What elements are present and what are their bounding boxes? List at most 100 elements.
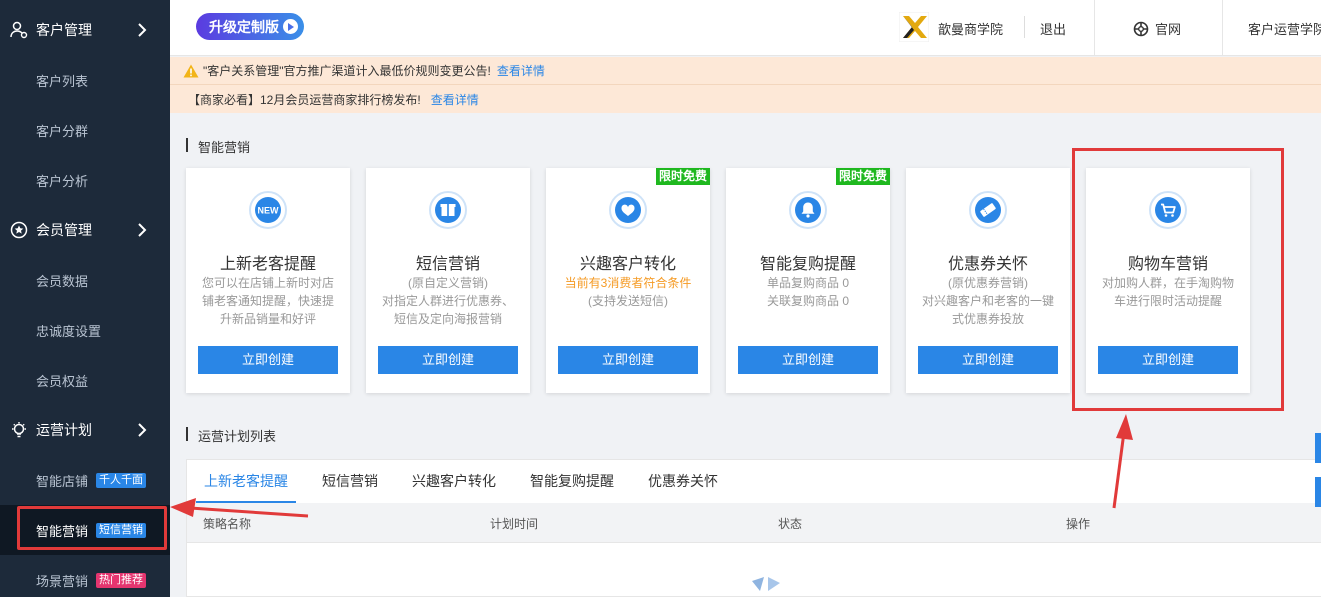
sidebar-group-label: 客户管理: [36, 22, 92, 38]
chevron-right-icon: [138, 23, 147, 37]
column-header-strategy: 策略名称: [203, 517, 252, 531]
sidebar-item-customer-analysis[interactable]: 客户分析: [0, 155, 170, 205]
school-logo-icon: [899, 12, 929, 42]
notice-detail-link[interactable]: 查看详情: [431, 91, 479, 108]
card-desc: (原自定义营销) 对指定人群进行优惠券、 短信及定向海报营销: [378, 274, 518, 328]
sidebar-group-label: 运营计划: [36, 422, 92, 438]
shutter-icon: [1133, 21, 1149, 36]
desc-line: 式优惠券投放: [951, 312, 1024, 326]
desc-line: 单品复购商品 0: [766, 276, 849, 290]
sidebar-item-label: 客户分群: [36, 123, 89, 139]
upgrade-label: 升级定制版: [209, 18, 279, 35]
card-coupon-care: 优惠券关怀 (原优惠券营销) 对兴趣客户和老客的一键 式优惠券投放 立即创建: [906, 168, 1070, 393]
sidebar: 客户管理 客户列表 客户分群 客户分析 会员管理 会员数据 忠诚度设置 会员权益…: [0, 0, 170, 597]
desc-line: 对兴趣客户和老客的一键: [921, 294, 1054, 308]
tab-sms-marketing[interactable]: 短信营销: [305, 460, 395, 503]
chevron-right-icon: [138, 223, 147, 237]
sidebar-item-label: 忠诚度设置: [36, 323, 102, 339]
sidebar-item-customer-list[interactable]: 客户列表: [0, 55, 170, 105]
user-gear-icon: [10, 21, 28, 39]
create-button[interactable]: 立即创建: [918, 346, 1058, 374]
section-title-plan-list: 运营计划列表: [186, 426, 276, 445]
official-site-link[interactable]: 官网: [1133, 19, 1181, 38]
gift-icon: [429, 191, 467, 229]
tab-new-arrival-reminder[interactable]: 上新老客提醒: [187, 460, 305, 503]
card-title: 上新老客提醒: [219, 256, 316, 273]
bell-icon: [789, 191, 827, 229]
sidebar-item-label: 智能店铺: [36, 473, 89, 489]
free-badge: 限时免费: [655, 168, 710, 185]
warning-icon: [183, 64, 199, 77]
create-button[interactable]: 立即创建: [558, 346, 698, 374]
card-desc: 单品复购商品 0 关联复购商品 0: [738, 274, 878, 310]
notice-text: "客户关系管理"官方推广渠道计入最低价规则变更公告!: [203, 64, 491, 78]
desc-line: 升新品销量和好评: [219, 312, 316, 326]
notice-detail-link[interactable]: 查看详情: [497, 62, 545, 79]
star-circle-icon: [10, 221, 28, 239]
desc-line: 关联复购商品 0: [766, 294, 849, 308]
official-site-label: 官网: [1155, 22, 1182, 37]
desc-line: 对指定人群进行优惠券、: [381, 294, 514, 308]
desc-line: 铺老客通知提醒，快速提: [201, 294, 334, 308]
sidebar-item-label: 客户列表: [36, 73, 89, 89]
tab-interest-conversion[interactable]: 兴趣客户转化: [395, 460, 513, 503]
desc-line: 短信及定向海报营销: [393, 312, 502, 326]
sidebar-item-smart-store[interactable]: 智能店铺 千人千面: [0, 455, 170, 505]
divider: [1024, 16, 1025, 38]
create-button[interactable]: 立即创建: [198, 346, 338, 374]
card-title: 优惠券关怀: [947, 256, 1028, 273]
notice-bar: 【商家必看】12月会员运营商家排行榜发布! 查看详情: [170, 85, 1321, 113]
sidebar-item-label: 客户分析: [36, 173, 89, 189]
sidebar-item-label: 会员权益: [36, 373, 89, 389]
school-name-link[interactable]: 歆曼商学院: [938, 19, 1003, 38]
card-title: 兴趣客户转化: [579, 256, 676, 273]
section-title-smart-marketing: 智能营销: [186, 137, 250, 156]
tag-badge: 热门推荐: [96, 572, 147, 588]
table-header: 策略名称 计划时间 状态 操作: [187, 503, 1321, 543]
svg-text:NEW: NEW: [258, 206, 280, 216]
divider: [1222, 0, 1223, 56]
heart-icon: [609, 191, 647, 229]
eligible-count-text: 当前有3消费者符合条件: [564, 276, 692, 290]
upgrade-button[interactable]: 升级定制版: [196, 13, 304, 40]
sidebar-item-label: 会员数据: [36, 273, 89, 289]
sidebar-item-member-data[interactable]: 会员数据: [0, 255, 170, 305]
desc-line: (支持发送短信): [588, 294, 668, 308]
sidebar-group-member[interactable]: 会员管理: [0, 205, 170, 255]
top-header: 升级定制版 歆曼商学院 退出 官网 客户运营学院: [170, 0, 1321, 56]
side-float-tab[interactable]: [1315, 477, 1321, 507]
sidebar-item-label: 场景营销: [36, 573, 89, 589]
card-desc: 当前有3消费者符合条件 (支持发送短信): [558, 274, 698, 310]
academy-link[interactable]: 客户运营学院: [1248, 19, 1321, 38]
card-title: 短信营销: [415, 256, 480, 273]
chevron-right-icon: [138, 423, 147, 437]
tab-coupon-care[interactable]: 优惠券关怀: [631, 460, 735, 503]
free-badge: 限时免费: [835, 168, 890, 185]
new-badge-icon: NEW: [249, 191, 287, 229]
sidebar-item-member-benefits[interactable]: 会员权益: [0, 355, 170, 405]
tab-smart-repurchase[interactable]: 智能复购提醒: [513, 460, 631, 503]
highlight-box-cart-marketing: [1072, 148, 1284, 411]
sidebar-item-loyalty-settings[interactable]: 忠诚度设置: [0, 305, 170, 355]
highlight-box-smart-marketing: [17, 506, 167, 550]
sidebar-group-operation-plan[interactable]: 运营计划: [0, 405, 170, 455]
plan-tabs: 上新老客提醒 短信营销 兴趣客户转化 智能复购提醒 优惠券关怀: [187, 460, 735, 503]
create-button[interactable]: 立即创建: [738, 346, 878, 374]
column-header-time: 计划时间: [490, 517, 539, 531]
tag-badge: 千人千面: [96, 472, 147, 488]
plan-list-panel: 上新老客提醒 短信营销 兴趣客户转化 智能复购提醒 优惠券关怀 策略名称 计划时…: [186, 459, 1321, 597]
coupon-icon: [969, 191, 1007, 229]
card-interest-conversion: 限时免费 兴趣客户转化 当前有3消费者符合条件 (支持发送短信) 立即创建: [546, 168, 710, 393]
sidebar-group-customer[interactable]: 客户管理: [0, 5, 170, 55]
sidebar-group-label: 会员管理: [36, 222, 92, 238]
create-button[interactable]: 立即创建: [378, 346, 518, 374]
sidebar-item-customer-segment[interactable]: 客户分群: [0, 105, 170, 155]
card-new-arrival-reminder: NEW 上新老客提醒 您可以在店铺上新时对店 铺老客通知提醒，快速提 升新品销量…: [186, 168, 350, 393]
side-float-tab[interactable]: [1315, 433, 1321, 463]
logout-link[interactable]: 退出: [1040, 19, 1066, 38]
card-desc: 您可以在店铺上新时对店 铺老客通知提醒，快速提 升新品销量和好评: [198, 274, 338, 328]
column-header-status: 状态: [778, 517, 803, 531]
desc-line: (原自定义营销): [408, 276, 488, 290]
sidebar-item-scene-marketing[interactable]: 场景营销 热门推荐: [0, 555, 170, 597]
card-sms-marketing: 短信营销 (原自定义营销) 对指定人群进行优惠券、 短信及定向海报营销 立即创建: [366, 168, 530, 393]
